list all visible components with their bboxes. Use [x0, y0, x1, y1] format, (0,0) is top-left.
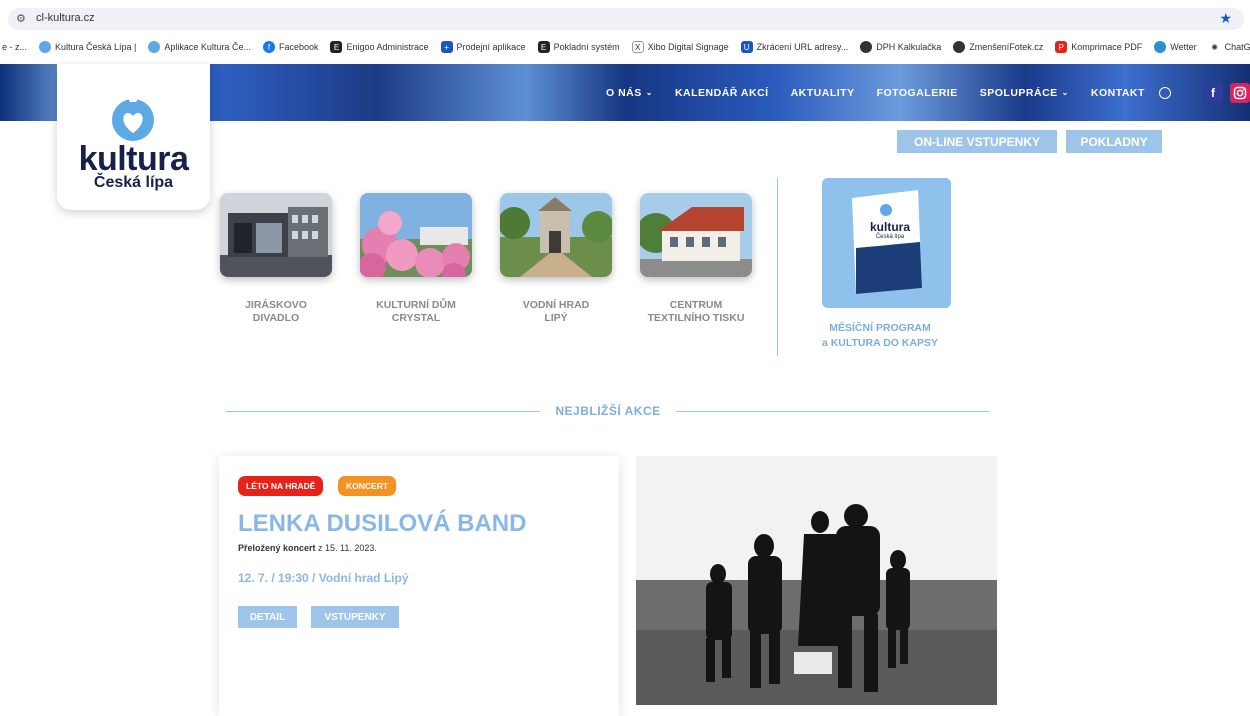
monthly-program-label[interactable]: MĚSÍČNÍ PROGRAM a KULTURA DO KAPSY [780, 321, 980, 351]
venue-vodni-hrad-lipy[interactable]: VODNÍ HRAD LIPÝ [500, 193, 612, 325]
nav-item-spoluprace[interactable]: SPOLUPRÁCE ⌄ [980, 87, 1069, 99]
site-logo[interactable]: kultura Česká lípa [57, 64, 210, 210]
nav-label: KALENDÁŘ AKCÍ [674, 86, 769, 99]
section-title: NEJBLIŽŠÍ AKCE [555, 404, 661, 418]
bookmark-item[interactable]: ✺ChatGPT [1208, 41, 1250, 53]
bookmark-label: e - z... [2, 42, 28, 52]
bookmark-item[interactable]: X Xibo Digital Signage [631, 41, 729, 53]
nav-label: O NÁS [606, 86, 642, 99]
detail-button[interactable]: DETAIL [238, 606, 297, 628]
tag-koncert[interactable]: KONCERT [338, 476, 397, 496]
nav-label: FOTOGALERIE [876, 86, 958, 99]
globe-icon [860, 41, 873, 53]
venue-photo [500, 193, 612, 277]
bookmark-label: Prodejní aplikace [456, 42, 526, 52]
bookmark-star-icon[interactable]: ★ [1219, 10, 1232, 27]
globe-icon [953, 41, 966, 53]
event-card: LÉTO NA HRADĚ KONCERT LENKA DUSILOVÁ BAN… [219, 456, 619, 716]
tickets-button[interactable]: VSTUPENKY [311, 606, 399, 628]
event-date: 12. 7. / 19:30 / Vodní hrad Lipý [238, 571, 409, 585]
event-note: Přeložený koncert z 15. 11. 2023. [238, 543, 377, 553]
venue-jiraskovo-divadlo[interactable]: JIRÁSKOVO DIVADLO [220, 193, 332, 325]
bookmark-item[interactable]: E Pokladní systém [537, 41, 620, 53]
bookmark-item[interactable]: P Komprimace PDF [1055, 41, 1142, 53]
bookmark-item[interactable]: E Enigoo Administrace [330, 41, 429, 53]
facebook-favicon-icon: f [262, 41, 275, 53]
nav-label: SPOLUPRÁCE [979, 86, 1058, 99]
venue-label: JIRÁSKOVO DIVADLO [245, 299, 307, 324]
bookmark-label: Pokladní systém [553, 42, 620, 52]
section-divider [777, 178, 778, 356]
logo-subtitle: Česká lípa [93, 174, 174, 191]
xibo-favicon-icon: X [631, 41, 644, 53]
url-text: cl-kultura.cz [36, 12, 95, 24]
venue-photo [360, 193, 472, 277]
online-tickets-button[interactable]: ON-LINE VSTUPENKY [897, 130, 1057, 153]
nav-item-fotogalerie[interactable]: FOTOGALERIE [877, 87, 958, 99]
shortener-favicon-icon: U [740, 41, 753, 53]
bookmark-item[interactable]: Aplikace Kultura Če... [148, 41, 251, 53]
chevron-down-icon: ⌄ [645, 88, 653, 97]
pdf-favicon-icon: P [1055, 41, 1068, 53]
main-nav: O NÁS ⌄ KALENDÁŘ AKCÍ AKTUALITY FOTOGALER… [606, 64, 1171, 121]
venue-label: VODNÍ HRAD LIPÝ [522, 299, 590, 324]
bookmark-label: Komprimace PDF [1071, 42, 1143, 52]
nav-item-aktuality[interactable]: AKTUALITY [791, 87, 855, 99]
nav-item-o-nas[interactable]: O NÁS ⌄ [606, 87, 653, 99]
event-photo[interactable] [636, 456, 997, 705]
kultura-favicon-icon [148, 41, 161, 53]
chatgpt-favicon-icon: ✺ [1208, 41, 1221, 53]
bookmark-item[interactable]: DPH Kalkulačka [860, 41, 941, 53]
venue-photo [640, 193, 752, 277]
nav-label: KONTAKT [1090, 86, 1145, 99]
bookmark-item[interactable]: U Zkrácení URL adresy... [740, 41, 849, 53]
bookmark-label: Xibo Digital Signage [647, 42, 729, 52]
bookmark-label: ZmenšeníFotek.cz [969, 42, 1044, 52]
bookmark-item[interactable]: ZmenšeníFotek.cz [953, 41, 1043, 53]
bookmark-label: Facebook [278, 42, 319, 52]
nav-item-kontakt[interactable]: KONTAKT [1091, 87, 1145, 99]
bookmark-label: ChatGPT [1224, 42, 1250, 52]
bookmark-label: Wetter [1170, 42, 1197, 52]
bookmark-item[interactable]: + Prodejní aplikace [440, 41, 526, 53]
facebook-icon[interactable]: f [1203, 83, 1223, 103]
heading-line-right [676, 411, 989, 412]
bookmark-item[interactable]: Wetter [1154, 41, 1197, 53]
enigoo-favicon-icon: E [537, 41, 550, 53]
chevron-down-icon: ⌄ [1061, 88, 1069, 97]
bookmark-item[interactable]: Kultura Česká Lípa | [39, 41, 136, 53]
nav-item-kalendar[interactable]: KALENDÁŘ AKCÍ [675, 87, 769, 99]
bookmark-label: Zkrácení URL adresy... [756, 42, 849, 52]
enigoo-favicon-icon: E [330, 41, 343, 53]
heading-line-left [226, 411, 540, 412]
weather-favicon-icon [1154, 41, 1167, 53]
venue-label: KULTURNÍ DŮM CRYSTAL [376, 299, 456, 324]
bookmark-label: Aplikace Kultura Če... [164, 42, 251, 52]
search-icon[interactable] [1158, 86, 1171, 99]
monthly-program-image[interactable]: kultura Česká lípa [822, 178, 951, 308]
site-settings-icon[interactable]: ⚙ [16, 12, 26, 25]
kultura-logo-icon [112, 96, 154, 141]
venue-photo [220, 193, 332, 277]
instagram-icon[interactable] [1230, 83, 1250, 103]
kultura-favicon-icon [39, 41, 52, 53]
browser-address-bar: ⚙ cl-kultura.cz ★ [0, 0, 1250, 36]
program-book-title: kultura [869, 220, 910, 234]
venue-centrum-textilniho-tisku[interactable]: CENTRUM TEXTILNÍHO TISKU [640, 193, 752, 325]
nav-label: AKTUALITY [790, 86, 855, 99]
tag-leto-na-hrade[interactable]: LÉTO NA HRADĚ [238, 476, 324, 496]
app-favicon-icon: + [440, 41, 453, 53]
bookmark-label: Enigoo Administrace [346, 42, 429, 52]
bookmark-label: DPH Kalkulačka [876, 42, 942, 52]
venue-kd-crystal[interactable]: KULTURNÍ DŮM CRYSTAL [360, 193, 472, 325]
box-office-button[interactable]: POKLADNY [1066, 130, 1162, 153]
bookmark-label: Kultura Česká Lípa | [55, 42, 137, 52]
bookmarks-bar: e - z... Kultura Česká Lípa | Aplikace K… [0, 36, 1250, 58]
bookmark-item[interactable]: f Facebook [262, 41, 319, 53]
program-book-subtitle: Česká lípa [875, 234, 905, 240]
bookmark-item[interactable]: e - z... [2, 42, 27, 52]
event-title[interactable]: LENKA DUSILOVÁ BAND [238, 510, 526, 538]
url-field[interactable]: ⚙ cl-kultura.cz ★ [8, 8, 1244, 30]
venue-label: CENTRUM TEXTILNÍHO TISKU [647, 299, 745, 324]
